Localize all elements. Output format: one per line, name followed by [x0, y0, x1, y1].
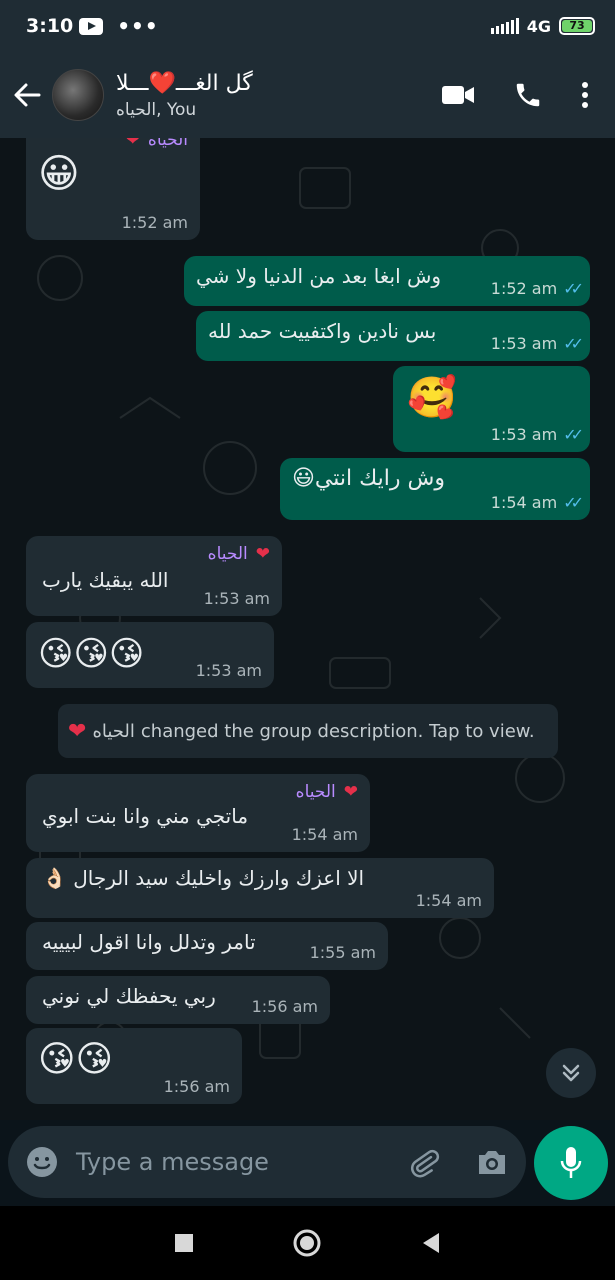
message-composer[interactable]: Type a message	[8, 1126, 526, 1198]
voice-call-icon[interactable]	[513, 80, 543, 110]
network-type: 4G	[526, 16, 551, 36]
message-bubble-incoming[interactable]: 😘😘 1:56 am	[26, 1028, 242, 1104]
paperclip-icon[interactable]	[408, 1146, 440, 1178]
message-bubble-incoming[interactable]: ❤ الحياه الله يبقيك يارب 1:53 am	[26, 536, 282, 616]
chat-participants: الحياه, You	[116, 99, 197, 120]
system-navigation-bar	[0, 1206, 615, 1280]
message-bubble-outgoing[interactable]: وش ابغا بعد من الدنيا ولا شي 1:52 am ✓✓	[184, 256, 590, 306]
message-bubble-incoming[interactable]: ❤ الحياه ماتجي مني وانا بنت ابوي 1:54 am	[26, 774, 370, 852]
chat-title-block[interactable]: گل الغـــ❤️ـــلا الحياه, You	[116, 71, 253, 120]
message-text: 🥰	[407, 375, 457, 421]
double-check-icon: ✓✓	[563, 279, 584, 298]
arrow-left-icon	[14, 83, 41, 107]
system-notice-text: changed the group description. Tap to vi…	[140, 720, 535, 742]
back-nav-icon[interactable]	[421, 1232, 441, 1254]
chat-header: گل الغـــ❤️ـــلا الحياه, You	[0, 52, 615, 138]
message-text: 😀	[38, 151, 80, 197]
red-heart-icon: ❤	[255, 544, 270, 564]
message-time: 1:56 am	[251, 997, 318, 1016]
microphone-icon	[560, 1147, 582, 1178]
signal-icon	[490, 18, 519, 34]
double-check-icon: ✓✓	[563, 493, 584, 512]
youtube-icon	[79, 17, 104, 35]
chevron-double-down-icon	[562, 1064, 580, 1082]
red-heart-icon: ❤	[68, 718, 87, 744]
message-sender: ❤ الحياه	[38, 782, 358, 802]
scroll-to-bottom-button[interactable]	[546, 1048, 596, 1098]
home-icon[interactable]	[293, 1229, 321, 1257]
message-bubble-outgoing[interactable]: بس نادين واكتفييت حمد لله 1:53 am ✓✓	[196, 311, 590, 361]
message-time: 1:53 am	[490, 425, 558, 444]
message-sender: ❤ الحياه	[38, 544, 270, 564]
message-sender: الحياه ❤	[38, 138, 188, 150]
message-time: 1:52 am	[121, 213, 188, 232]
more-options-icon[interactable]	[581, 81, 589, 109]
message-time: 1:52 am	[490, 279, 558, 298]
battery-icon: 73	[559, 17, 595, 35]
message-bubble-outgoing[interactable]: وش رايك انتي😃 1:54 am ✓✓	[280, 458, 590, 520]
message-text: وش رايك انتي😃	[292, 466, 446, 491]
message-bubble-incoming[interactable]: الا اعزك وارزك واخليك سيد الرجال 👌🏻 1:54…	[26, 858, 494, 918]
double-check-icon: ✓✓	[563, 334, 584, 353]
group-avatar[interactable]	[52, 69, 104, 121]
message-time: 1:55 am	[309, 943, 376, 962]
message-text: الا اعزك وارزك واخليك سيد الرجال 👌🏻	[42, 866, 365, 890]
message-time: 1:56 am	[163, 1077, 230, 1096]
recents-icon[interactable]	[174, 1234, 193, 1252]
system-notice-name: الحياه	[92, 720, 135, 742]
video-call-icon[interactable]	[441, 83, 475, 107]
message-bubble-incoming[interactable]: تامر وتدلل وانا اقول لبيييه 1:55 am	[26, 922, 388, 970]
emoji-icon[interactable]	[26, 1146, 58, 1178]
camera-icon[interactable]	[476, 1148, 508, 1176]
message-time: 1:53 am	[195, 661, 262, 680]
sender-name: الحياه	[295, 782, 336, 802]
status-bar: 3:10 ••• 4G 73	[0, 0, 615, 52]
sender-name: الحياه	[147, 138, 188, 150]
status-time: 3:10	[26, 15, 74, 37]
double-check-icon: ✓✓	[563, 425, 584, 444]
message-time: 1:53 am	[490, 334, 558, 353]
message-time: 1:54 am	[291, 825, 358, 844]
chat-title: گل الغـــ❤️ـــلا	[116, 70, 253, 96]
more-notifications-icon: •••	[117, 14, 159, 38]
message-time: 1:53 am	[203, 589, 270, 608]
message-time: 1:54 am	[415, 891, 482, 910]
battery-level: 73	[562, 20, 592, 32]
back-button[interactable]	[2, 52, 52, 138]
red-heart-icon: ❤	[343, 782, 358, 802]
sender-name: الحياه	[207, 544, 248, 564]
message-list[interactable]: الحياه ❤ 😀 1:52 am وش ابغا بعد من الدنيا …	[0, 138, 615, 1120]
red-heart-icon: ❤	[125, 138, 140, 150]
message-bubble-outgoing[interactable]: 🥰 1:53 am ✓✓	[393, 366, 590, 452]
message-bubble-incoming[interactable]: ربي يحفظك لي نوني 1:56 am	[26, 976, 330, 1024]
message-bubble-incoming[interactable]: الحياه ❤ 😀 1:52 am	[26, 138, 200, 240]
message-time: 1:54 am	[490, 493, 558, 512]
message-input[interactable]: Type a message	[76, 1148, 269, 1176]
message-bubble-incoming[interactable]: 😘😘😘 1:53 am	[26, 622, 274, 688]
voice-message-button[interactable]	[534, 1126, 608, 1200]
system-notice[interactable]: ❤ الحياه changed the group description. …	[58, 704, 558, 758]
